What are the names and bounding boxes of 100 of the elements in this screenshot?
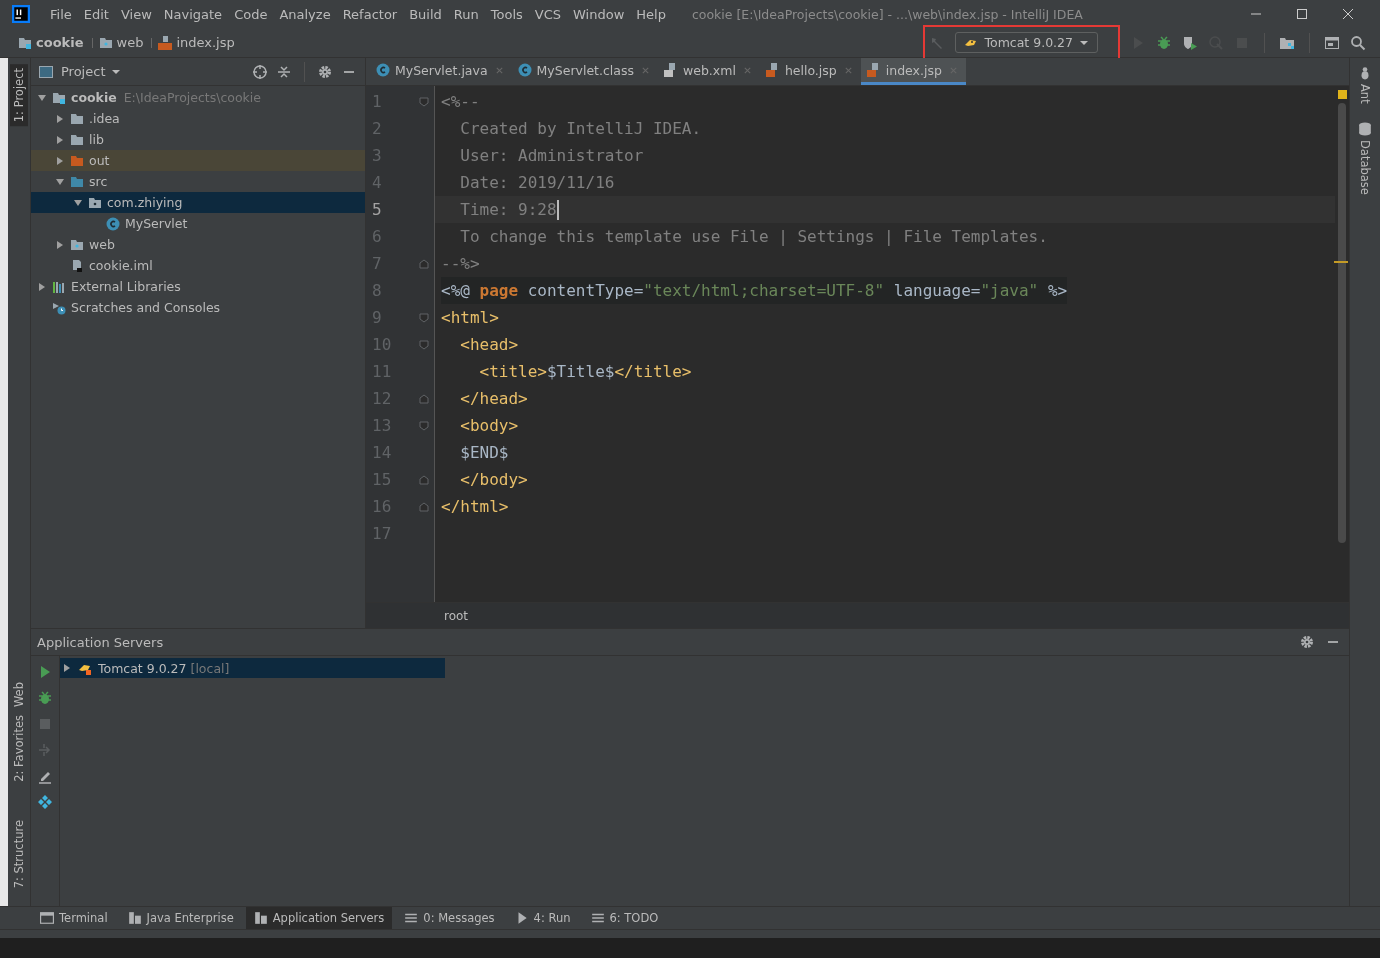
panel-title: Application Servers: [37, 634, 164, 650]
editor-tab[interactable]: MyServlet.java: [370, 58, 512, 85]
expand-arrow-icon[interactable]: [55, 113, 65, 124]
menu-item[interactable]: Refactor: [336, 6, 404, 22]
tool-window-tab[interactable]: Java Enterprise: [119, 907, 242, 929]
breadcrumb-item[interactable]: cookie: [18, 35, 84, 50]
server-note: [local]: [190, 660, 230, 676]
fold-start-marker-icon[interactable]: [419, 339, 429, 350]
code-editor[interactable]: [366, 86, 1349, 602]
search-icon[interactable]: [1350, 34, 1366, 51]
menu-item[interactable]: Window: [567, 6, 631, 22]
breadcrumb-item[interactable]: root: [444, 608, 469, 623]
editor-tab[interactable]: hello.jsp: [759, 58, 861, 85]
collapse-arrow-icon[interactable]: [55, 176, 65, 187]
expand-arrow-icon[interactable]: [37, 281, 47, 292]
deploy-icon[interactable]: [37, 742, 53, 758]
tree-item[interactable]: out: [31, 150, 365, 171]
tool-window-tab[interactable]: 6: TODO: [582, 907, 667, 929]
tree-item[interactable]: cookie.iml: [31, 255, 365, 276]
shield-run-icon[interactable]: [1182, 34, 1198, 51]
tree-item[interactable]: com.zhiying: [31, 192, 365, 213]
code-line: To change this template use File | Settings | File Templates.: [459, 226, 1048, 248]
locate-icon[interactable]: [252, 63, 268, 80]
breadcrumb-item[interactable]: web: [98, 35, 144, 50]
fold-end-marker-icon[interactable]: [419, 393, 429, 404]
collapse-arrow-icon[interactable]: [73, 197, 83, 208]
file-icon: [866, 63, 881, 77]
stop-icon[interactable]: [37, 716, 53, 732]
menu-item[interactable]: View: [114, 6, 158, 22]
fold-end-marker-icon[interactable]: [419, 258, 429, 269]
fold-start-marker-icon[interactable]: [419, 420, 429, 431]
file-icon: [70, 258, 84, 273]
editor-tab[interactable]: index.jsp: [860, 58, 966, 85]
code-line: Time: 9:28: [459, 199, 557, 221]
bug-icon[interactable]: [1156, 34, 1172, 51]
settings-icon[interactable]: [1299, 634, 1315, 650]
expand-arrow-icon[interactable]: [55, 155, 65, 166]
menu-item[interactable]: Help: [630, 6, 672, 22]
collapse-all-icon[interactable]: [276, 63, 292, 80]
fold-end-marker-icon[interactable]: [419, 501, 429, 512]
class-icon: [376, 63, 390, 77]
server-item[interactable]: Tomcat 9.0.27 [local]: [60, 658, 445, 678]
bug-icon[interactable]: [37, 690, 53, 706]
tool-window-tab[interactable]: Ant: [1358, 66, 1372, 104]
tool-window-tab[interactable]: Terminal: [32, 907, 116, 929]
folder-icon: [70, 237, 84, 252]
collapse-arrow-icon[interactable]: [37, 92, 47, 103]
tree-item[interactable]: MyServlet: [31, 213, 365, 234]
menu-item[interactable]: Run: [447, 6, 485, 22]
app-logo-icon: [12, 5, 30, 23]
menu-item[interactable]: Tools: [484, 6, 529, 22]
tool-window-tab[interactable]: 1: Project: [10, 64, 28, 127]
project-view-dropdown[interactable]: Project: [61, 64, 122, 79]
code-line: <html>: [441, 307, 499, 329]
tree-item[interactable]: .idea: [31, 108, 365, 129]
menu-item[interactable]: Code: [228, 6, 274, 22]
fold-start-marker-icon[interactable]: [419, 312, 429, 323]
warning-marker: [1337, 90, 1347, 99]
tool-window-tab[interactable]: 4: Run: [506, 907, 579, 929]
tool-window-tab[interactable]: Web: [10, 677, 28, 711]
tree-item[interactable]: Scratches and Consoles: [31, 297, 365, 318]
tool-window-tab[interactable]: 7: Structure: [10, 815, 28, 892]
tree-item[interactable]: cookie E:\IdeaProjects\cookie: [31, 87, 365, 108]
artifact-icon[interactable]: [37, 794, 53, 810]
menu-item[interactable]: Analyze: [273, 6, 337, 22]
expand-arrow-icon[interactable]: [62, 663, 72, 673]
menu-item[interactable]: Edit: [77, 6, 115, 22]
file-icon: [664, 63, 678, 77]
settings-icon[interactable]: [317, 63, 333, 80]
file-icon: [765, 63, 780, 77]
library-icon: [52, 279, 66, 294]
breadcrumb-item[interactable]: index.jsp: [158, 35, 235, 50]
run-config-dropdown[interactable]: Tomcat 9.0.27: [955, 32, 1098, 53]
tree-label: cookie: [71, 90, 117, 105]
tree-label: web: [89, 237, 115, 252]
tree-item[interactable]: lib: [31, 129, 365, 150]
folder-icon: [88, 195, 102, 210]
editor-tab[interactable]: MyServlet.class: [511, 58, 658, 85]
tool-window-tab[interactable]: Application Servers: [245, 907, 393, 929]
tree-label: lib: [89, 132, 104, 147]
menu-item[interactable]: VCS: [528, 6, 568, 22]
editor-tab[interactable]: web.xml: [658, 58, 760, 85]
fold-end-marker-icon[interactable]: [419, 474, 429, 485]
tree-item[interactable]: web: [31, 234, 365, 255]
fold-start-marker-icon[interactable]: [419, 96, 429, 107]
tool-window-tab[interactable]: 2: Favorites: [10, 710, 28, 786]
maximize-icon[interactable]: [1296, 8, 1308, 20]
code-line: </body>: [459, 469, 528, 491]
menu-item[interactable]: Navigate: [157, 6, 229, 22]
expand-arrow-icon[interactable]: [55, 239, 65, 250]
text-cursor: [556, 199, 559, 220]
tree-item[interactable]: External Libraries: [31, 276, 365, 297]
tool-window-tab[interactable]: Database: [1358, 121, 1372, 195]
tool-window-tab[interactable]: 0: Messages: [396, 907, 503, 929]
window-icon[interactable]: [1324, 34, 1340, 51]
tree-item[interactable]: src: [31, 171, 365, 192]
menu-item[interactable]: File: [44, 6, 78, 22]
menu-item[interactable]: Build: [403, 6, 448, 22]
expand-arrow-icon[interactable]: [55, 134, 65, 145]
class-icon: [106, 216, 120, 231]
